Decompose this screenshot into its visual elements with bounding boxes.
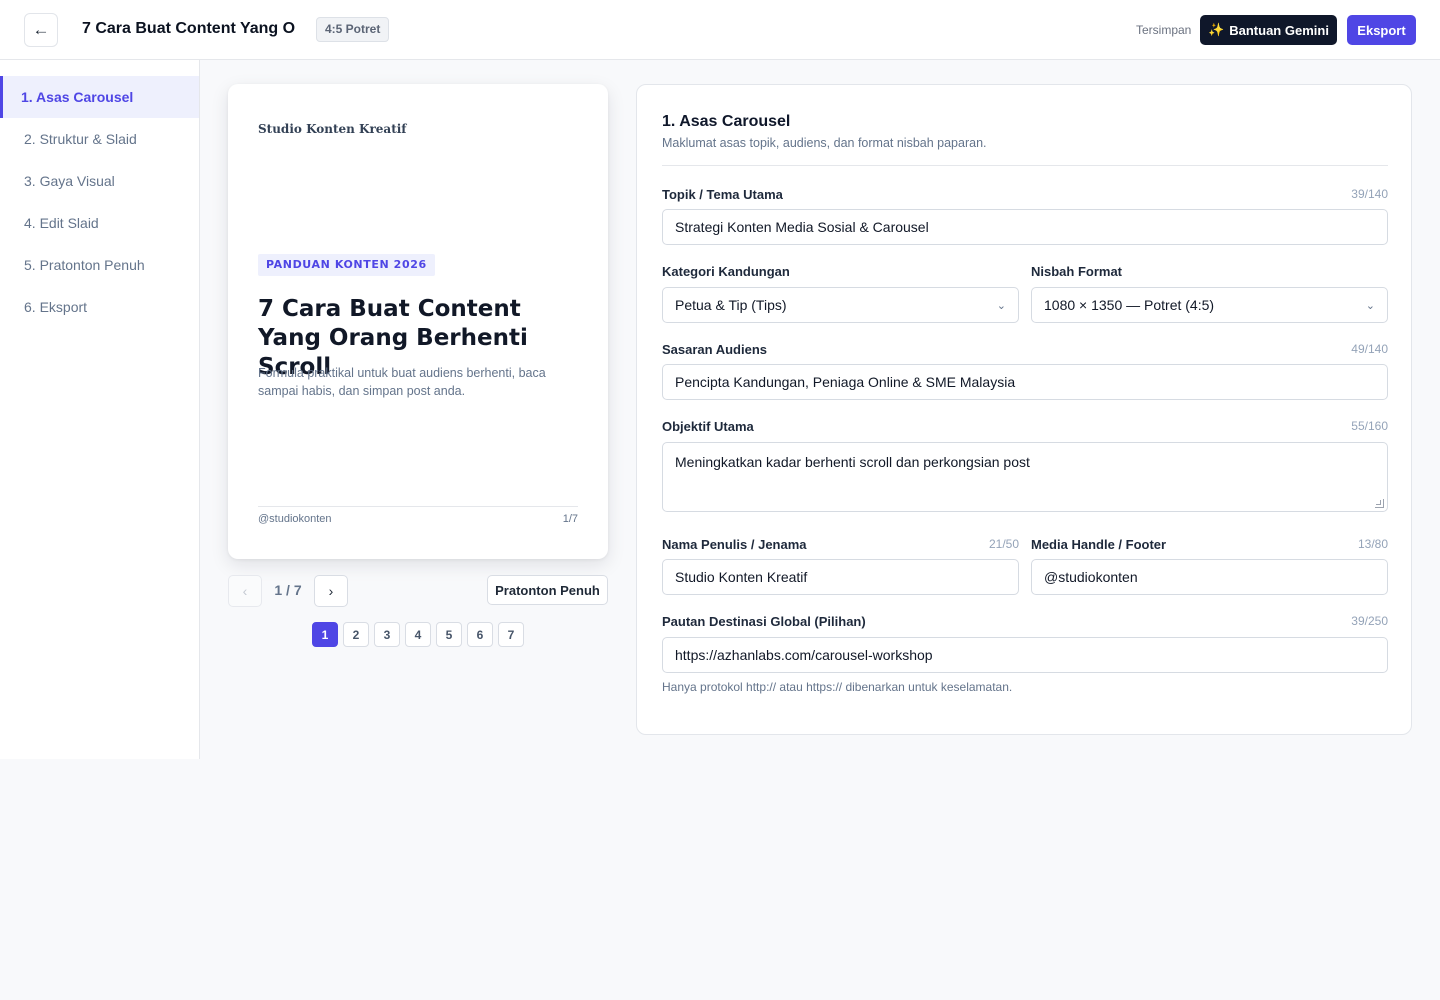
slide-subtitle: Formula praktikal untuk buat audiens ber… (258, 366, 546, 398)
sparkle-icon: ✨ (1208, 22, 1225, 37)
author-input[interactable]: Studio Konten Kreatif (662, 559, 1019, 595)
link-input-value: https://azhanlabs.com/carousel-workshop (675, 647, 933, 663)
previous-slide-button[interactable]: ‹ (228, 575, 262, 607)
handle-input[interactable]: @studiokonten (1031, 559, 1388, 595)
gemini-assist-button[interactable]: ✨ Bantuan Gemini (1200, 15, 1337, 45)
chevron-right-icon: › (328, 583, 334, 599)
slide-preview-card: Studio Konten Kreatif PANDUAN KONTEN 202… (228, 84, 608, 559)
top-bar: ← 7 Cara Buat Content Yang Orang Berhent… (0, 0, 1440, 60)
gemini-assist-label: Bantuan Gemini (1229, 22, 1329, 38)
ratio-select-value: 1080 × 1350 — Potret (4:5) (1044, 297, 1215, 313)
form-divider (662, 165, 1388, 166)
slide-page-button[interactable]: 7 (498, 622, 524, 647)
objective-textarea-value: Meningkatkan kadar berhenti scroll dan p… (675, 454, 1030, 470)
audience-input[interactable]: Pencipta Kandungan, Peniaga Online & SME… (662, 364, 1388, 400)
ratio-badge: 4:5 Potret (316, 17, 390, 42)
topic-char-count: 39/140 (1351, 187, 1388, 201)
resize-handle-icon[interactable] (1375, 499, 1384, 508)
slide-brand: Studio Konten Kreatif (258, 122, 407, 136)
slide-tag: PANDUAN KONTEN 2026 (258, 254, 435, 276)
sidebar-item-edit-slaid[interactable]: 4. Edit Slaid (0, 202, 199, 244)
objective-char-count: 55/160 (1351, 419, 1388, 433)
slide-page-button[interactable]: 2 (343, 622, 369, 647)
category-select-value: Petua & Tip (Tips) (675, 297, 787, 313)
topic-input-value: Strategi Konten Media Sosial & Carousel (675, 219, 929, 235)
sidebar-item-asas-carousel[interactable]: 1. Asas Carousel (0, 76, 199, 118)
slide-page-button[interactable]: 3 (374, 622, 400, 647)
category-select[interactable]: Petua & Tip (Tips) ⌄ (662, 287, 1019, 323)
sidebar-item-gaya-visual[interactable]: 3. Gaya Visual (0, 160, 199, 202)
sidebar-item-eksport[interactable]: 6. Eksport (0, 286, 199, 328)
slide-page-buttons: 1 2 3 4 5 6 7 (312, 622, 524, 647)
slide-page-button[interactable]: 5 (436, 622, 462, 647)
slide-pager-count: 1 / 7 (274, 582, 302, 598)
author-label: Nama Penulis / Jenama (662, 537, 807, 552)
slide-handle: @studiokonten (258, 513, 332, 525)
handle-input-value: @studiokonten (1044, 569, 1138, 585)
ratio-label: Nisbah Format (1031, 264, 1123, 279)
sidebar-item-pratonton-penuh[interactable]: 5. Pratonton Penuh (0, 244, 199, 286)
form-title: 1. Asas Carousel (662, 113, 791, 130)
form-description: Maklumat asas topik, audiens, dan format… (662, 136, 987, 150)
category-label: Kategori Kandungan (662, 264, 790, 279)
chevron-down-icon: ⌄ (996, 299, 1006, 312)
slide-page-button[interactable]: 4 (405, 622, 431, 647)
topic-input[interactable]: Strategi Konten Media Sosial & Carousel (662, 209, 1388, 245)
link-label: Pautan Destinasi Global (Pilihan) (662, 614, 866, 629)
slide-page-button[interactable]: 6 (467, 622, 493, 647)
author-input-value: Studio Konten Kreatif (675, 569, 808, 585)
handle-label: Media Handle / Footer (1031, 537, 1167, 552)
objective-textarea[interactable]: Meningkatkan kadar berhenti scroll dan p… (662, 442, 1388, 512)
slide-counter: 1/7 (562, 513, 578, 525)
handle-char-count: 13/80 (1357, 537, 1388, 551)
objective-label: Objektif Utama (662, 419, 754, 434)
author-char-count: 21/50 (988, 537, 1019, 551)
arrow-left-icon: ← (32, 20, 50, 39)
full-preview-button[interactable]: Pratonton Penuh (487, 575, 608, 605)
link-hint: Hanya protokol http:// atau https:// dib… (662, 680, 1013, 694)
save-status: Tersimpan (1136, 23, 1192, 37)
chevron-down-icon: ⌄ (1365, 299, 1375, 312)
export-button[interactable]: Eksport (1347, 15, 1416, 45)
document-title: 7 Cara Buat Content Yang Orang Berhenti … (82, 20, 296, 37)
audience-char-count: 49/140 (1351, 342, 1388, 356)
back-button[interactable]: ← (24, 13, 58, 47)
audience-label: Sasaran Audiens (662, 342, 768, 357)
next-slide-button[interactable]: › (314, 575, 348, 607)
carousel-basics-form: 1. Asas Carousel Maklumat asas topik, au… (636, 84, 1412, 735)
slide-footer: @studiokonten 1/7 (258, 506, 578, 525)
sidebar-item-struktur-slaid[interactable]: 2. Struktur & Slaid (0, 118, 199, 160)
step-sidebar: 1. Asas Carousel 2. Struktur & Slaid 3. … (0, 60, 200, 759)
link-input[interactable]: https://azhanlabs.com/carousel-workshop (662, 637, 1388, 673)
slide-page-button[interactable]: 1 (312, 622, 338, 647)
link-char-count: 39/250 (1351, 614, 1388, 628)
ratio-select[interactable]: 1080 × 1350 — Potret (4:5) ⌄ (1031, 287, 1388, 323)
topic-label: Topik / Tema Utama (662, 187, 783, 202)
chevron-left-icon: ‹ (242, 583, 248, 599)
audience-input-value: Pencipta Kandungan, Peniaga Online & SME… (675, 374, 1016, 390)
